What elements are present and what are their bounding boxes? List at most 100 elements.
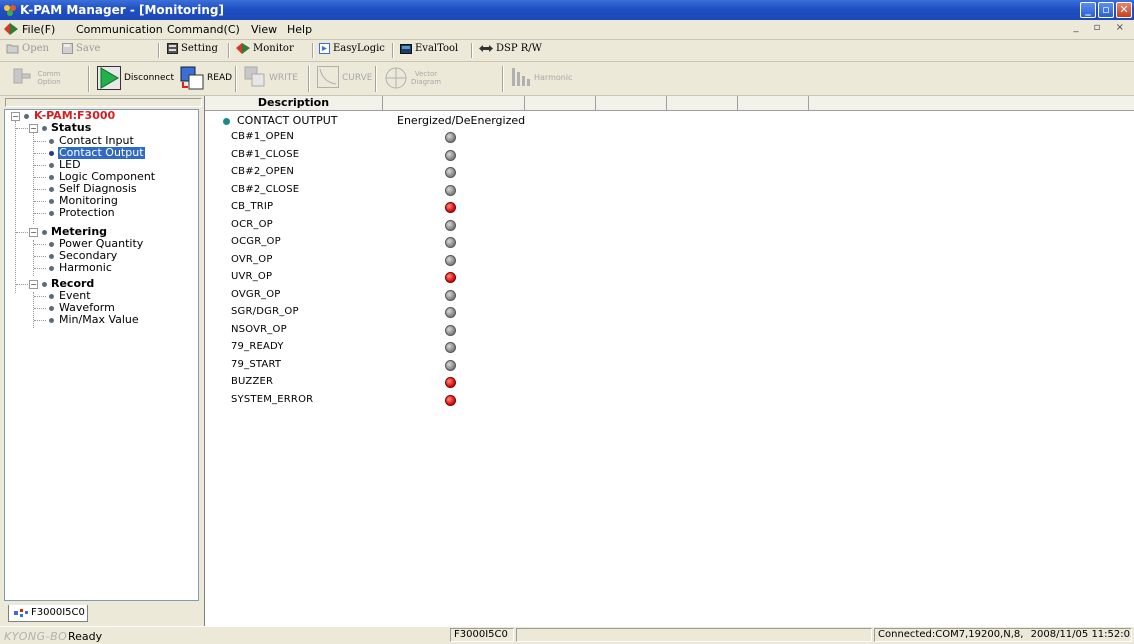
tree-node-icon: [49, 199, 54, 204]
curve-button[interactable]: CURVE: [315, 64, 372, 92]
signal-row: UVR_OP: [205, 269, 805, 286]
toolbar-separator: [158, 43, 160, 58]
vector-diagram-button[interactable]: Vector Diagram: [382, 64, 452, 92]
connection-status: Connected:COM7,19200,N,8, 2008/11/05 11:…: [874, 628, 1132, 642]
tree-connector: [34, 141, 46, 142]
tree-connector: [16, 284, 28, 285]
comm-option-button[interactable]: Comm Option: [8, 64, 84, 92]
easylogic-icon: [319, 43, 330, 54]
signal-name: CB_TRIP: [231, 201, 274, 212]
toolbar-separator: [228, 43, 230, 58]
signal-name: BUZZER: [231, 376, 274, 387]
write-button[interactable]: WRITE: [242, 64, 304, 92]
led-on-indicator: [445, 394, 456, 406]
signal-row: OCGR_OP: [205, 234, 805, 251]
device-tab[interactable]: F3000I5C0: [8, 605, 88, 622]
tree-connector: [33, 292, 34, 328]
toolbar-separator: [308, 66, 310, 92]
disconnect-label: Disconnect: [124, 73, 174, 83]
led-off-indicator: [445, 359, 456, 371]
signal-name: 79_READY: [231, 341, 284, 352]
mdi-window-controls[interactable]: _ ▫ ×: [1073, 22, 1130, 33]
signal-row: NSOVR_OP: [205, 322, 805, 339]
signal-row: CB#1_OPEN: [205, 129, 805, 146]
evaltool-button[interactable]: EvalTool: [400, 43, 458, 58]
tree-collapse-status[interactable]: −: [29, 124, 38, 133]
tree-connector: [34, 256, 46, 257]
monitoring-grid: Description CONTACT OUTPUT Energized/DeE…: [205, 96, 1134, 626]
signal-name: CB#1_OPEN: [231, 131, 295, 142]
led-off-indicator: [445, 254, 456, 266]
monitor-button[interactable]: Monitor: [236, 43, 294, 58]
disconnect-button[interactable]: Disconnect: [95, 64, 175, 92]
connection-info: Connected:COM7,19200,N,8,: [878, 629, 1024, 640]
panel-header: [5, 98, 202, 107]
status-bar: KYONG-BO Ready F3000I5C0 Connected:COM7,…: [0, 626, 1134, 644]
minimize-button[interactable]: _: [1080, 2, 1096, 18]
column-header[interactable]: [525, 96, 596, 110]
led-off-indicator: [445, 307, 456, 318]
write-device-icon: [244, 66, 265, 87]
read-label: READ: [207, 73, 233, 83]
vector-label-1: Vector: [414, 70, 438, 78]
navigation-tree[interactable]: − K-PAM:F3000 − Status Contact Input Con…: [4, 109, 199, 601]
dsp-rw-button[interactable]: DSP R/W: [479, 43, 542, 58]
led-off-indicator: [445, 289, 456, 301]
tree-collapse-root[interactable]: −: [11, 112, 20, 121]
tree-collapse-record[interactable]: −: [29, 280, 38, 289]
tree-item-min-max-value[interactable]: Min/Max Value: [59, 314, 139, 326]
tree-item-protection[interactable]: Protection: [59, 207, 115, 219]
app-menu-icon[interactable]: [4, 23, 18, 35]
easylogic-button[interactable]: EasyLogic: [319, 43, 385, 58]
tree-connector: [34, 201, 46, 202]
menu-communication[interactable]: Communication: [76, 23, 163, 36]
signal-name: CB#2_CLOSE: [231, 183, 300, 195]
led-off-indicator: [445, 324, 456, 336]
column-header[interactable]: [667, 96, 738, 110]
restore-button[interactable]: ▫: [1098, 2, 1114, 18]
toolbar-device: Comm Option Disconnect READ WRITE CURVE V…: [0, 62, 1134, 96]
signal-row: SGR/DGR_OP: [205, 304, 805, 321]
column-header-description[interactable]: Description: [205, 96, 383, 110]
tree-connector: [33, 240, 34, 276]
column-header[interactable]: [596, 96, 667, 110]
tree-collapse-metering[interactable]: −: [29, 228, 38, 237]
close-button[interactable]: ✕: [1116, 2, 1132, 18]
tree-group-status[interactable]: Status: [51, 122, 91, 134]
harmonic-button[interactable]: Harmonic: [508, 64, 578, 92]
menu-view[interactable]: View: [251, 23, 277, 36]
ready-status: Ready: [68, 630, 103, 643]
setting-button[interactable]: Setting: [167, 43, 218, 58]
tree-node-icon: [42, 126, 47, 131]
toolbar-separator: [375, 66, 377, 92]
comm-option-label-1: Comm: [37, 70, 61, 78]
tree-item-harmonic[interactable]: Harmonic: [59, 262, 112, 274]
group-row: CONTACT OUTPUT Energized/DeEnergized: [205, 112, 805, 129]
column-header[interactable]: [383, 96, 525, 110]
title-bar: K-PAM Manager - [Monitoring] _ ▫ ✕: [0, 0, 1134, 20]
window-title: K-PAM Manager - [Monitoring]: [20, 3, 224, 17]
led-off-indicator: [445, 167, 456, 178]
tree-connector: [15, 121, 16, 293]
disconnect-play-icon: [97, 66, 121, 90]
menu-command[interactable]: Command(C): [167, 23, 240, 36]
vector-label-2: Diagram: [410, 78, 442, 86]
read-button[interactable]: READ: [178, 64, 232, 92]
device-tab-label: F3000I5C0: [31, 607, 85, 618]
read-device-icon: [180, 66, 204, 90]
led-off-indicator: [445, 342, 456, 353]
toolbar-separator: [392, 43, 394, 58]
menu-help[interactable]: Help: [287, 23, 312, 36]
tree-connector: [16, 232, 28, 233]
tree-connector: [34, 296, 46, 297]
save-button[interactable]: Save: [62, 43, 100, 58]
led-on-indicator: [445, 272, 456, 283]
signal-row: 79_START: [205, 357, 805, 374]
column-header[interactable]: [738, 96, 809, 110]
signal-name: OVR_OP: [231, 253, 273, 265]
signal-name: 79_START: [231, 358, 282, 370]
harmonic-bars-icon: [512, 68, 530, 86]
open-button[interactable]: Open: [6, 43, 49, 58]
tree-connector: [34, 320, 46, 321]
menu-file[interactable]: File(F): [22, 23, 55, 36]
